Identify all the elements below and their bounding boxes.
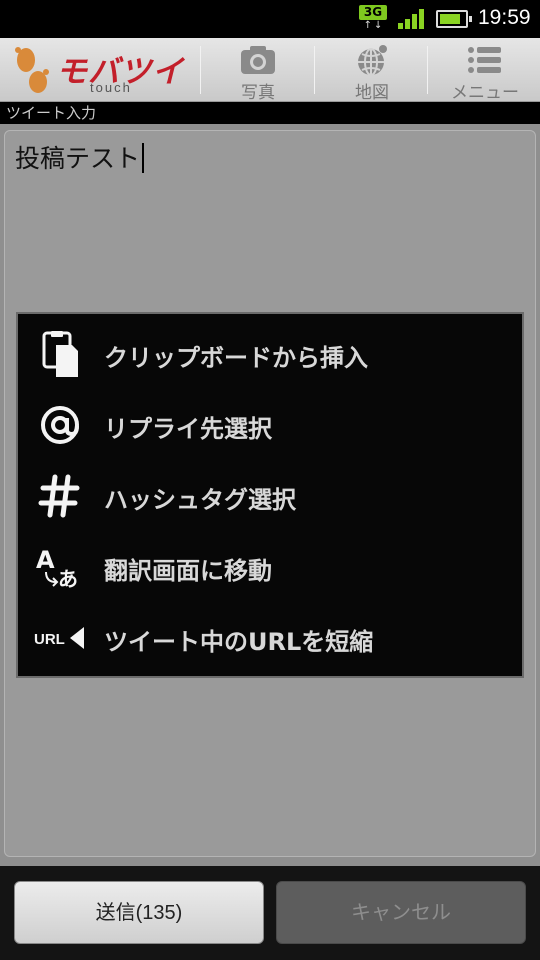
signal-strength-icon — [398, 9, 426, 29]
text-caret — [142, 143, 145, 173]
at-sign-icon — [41, 406, 79, 444]
tweet-text: 投稿テスト — [15, 139, 145, 175]
map-button[interactable]: 地図 — [316, 38, 428, 103]
clipboard-icon — [42, 331, 78, 377]
network-type-badge: 3G — [359, 5, 387, 20]
section-label: ツイート入力 — [0, 102, 540, 124]
header-divider — [200, 46, 201, 94]
photo-button-label: 写真 — [241, 83, 275, 103]
data-arrows-icon: ↑↓ — [363, 20, 385, 31]
map-button-label: 地図 — [355, 83, 389, 103]
globe-icon — [358, 45, 387, 76]
hashtag-icon — [38, 474, 80, 518]
menu-list-icon — [468, 47, 501, 73]
menu-item-label: 翻訳画面に移動 — [104, 557, 272, 585]
menu-item-url-shorten[interactable]: URL ツイート中のURLを短縮 — [18, 603, 522, 674]
footprint-logo-icon — [15, 47, 49, 93]
battery-icon — [436, 10, 472, 28]
context-menu: クリップボードから挿入 リプライ先選択 ハッシュタグ選択 A あ 翻訳画面に移動… — [16, 312, 524, 678]
logo-subtext: touch — [90, 80, 132, 95]
svg-text:URL: URL — [34, 631, 65, 648]
url-shorten-icon: URL — [34, 627, 84, 649]
menu-item-reply-select[interactable]: リプライ先選択 — [18, 390, 522, 461]
bottom-action-bar: 送信(135) キャンセル — [0, 866, 540, 960]
status-clock: 19:59 — [478, 6, 531, 29]
svg-text:A: A — [36, 546, 55, 574]
menu-item-label: リプライ先選択 — [104, 415, 272, 443]
menu-button-label: メニュー — [451, 83, 519, 103]
menu-item-clipboard-insert[interactable]: クリップボードから挿入 — [18, 319, 522, 390]
network-indicator: 3G ↑↓ — [359, 5, 389, 32]
menu-item-label: ツイート中のURLを短縮 — [104, 628, 374, 656]
menu-item-translate[interactable]: A あ 翻訳画面に移動 — [18, 532, 522, 603]
menu-button[interactable]: メニュー — [429, 38, 540, 103]
menu-item-label: ハッシュタグ選択 — [104, 486, 296, 514]
menu-item-hashtag-select[interactable]: ハッシュタグ選択 — [18, 461, 522, 532]
app-header: モバツイ touch 写真 地図 メニュー — [0, 38, 540, 103]
menu-item-label: クリップボードから挿入 — [104, 344, 368, 372]
translate-icon: A あ — [36, 546, 78, 590]
app-logo[interactable]: モバツイ touch — [8, 42, 198, 98]
header-divider — [314, 46, 315, 94]
tweet-text-value: 投稿テスト — [15, 144, 141, 173]
svg-text:あ: あ — [58, 567, 78, 590]
cancel-button[interactable]: キャンセル — [276, 881, 526, 944]
photo-button[interactable]: 写真 — [202, 38, 314, 103]
status-bar: 3G ↑↓ 19:59 — [0, 0, 540, 38]
header-divider — [427, 46, 428, 94]
camera-icon — [241, 46, 275, 74]
send-button[interactable]: 送信(135) — [14, 881, 264, 944]
battery-fill — [440, 14, 460, 24]
